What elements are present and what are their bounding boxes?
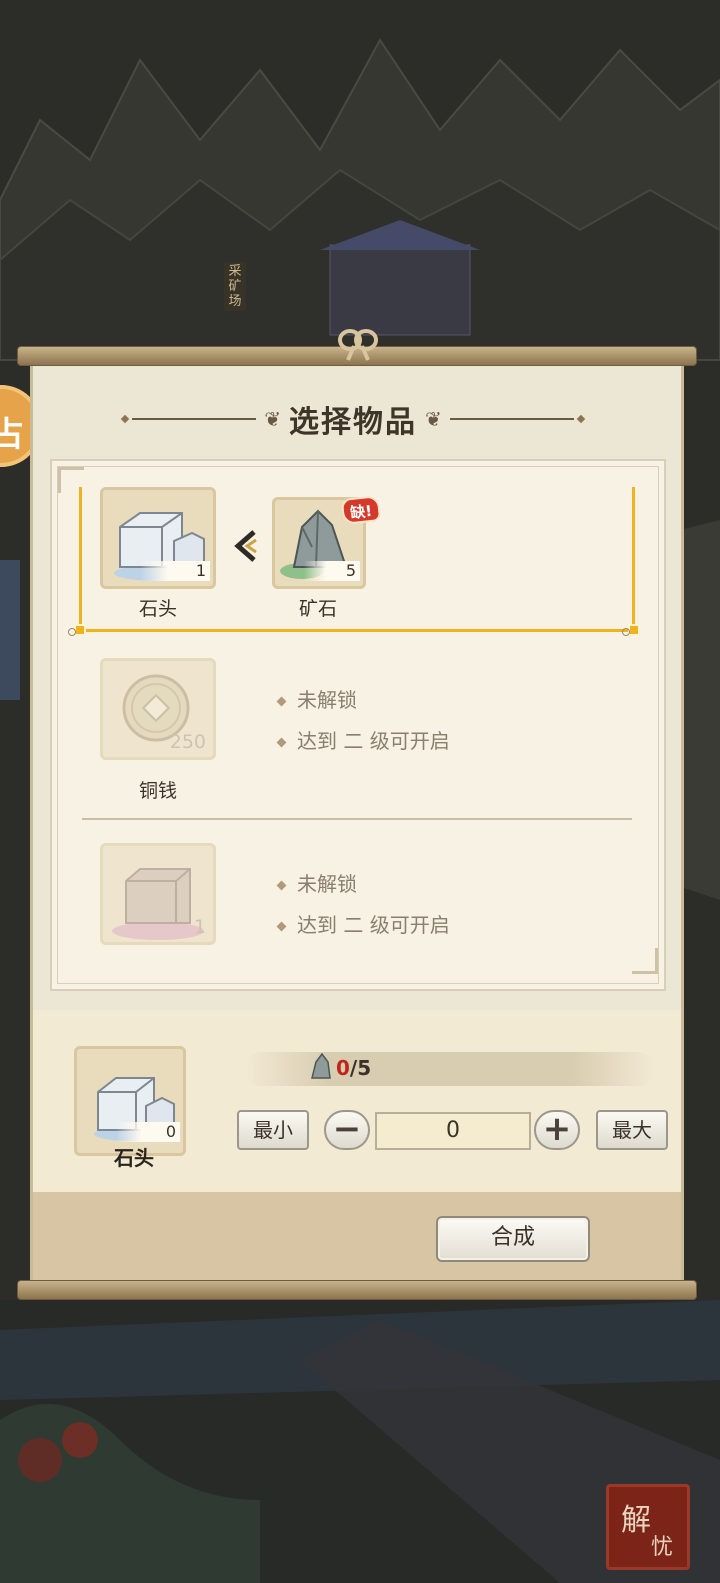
side-menu-glyph: 占: [0, 415, 24, 455]
row-end-dot: [68, 628, 76, 636]
locked-item-name: 铜钱: [138, 780, 177, 802]
locked-item-count: 1: [193, 916, 206, 938]
corner-badge-char-1: 解: [621, 1503, 651, 1538]
locked-status: 未解锁: [276, 684, 357, 713]
frame-corner-bottom-right: [632, 948, 658, 974]
dialog-title-row: ❦ 选择物品 ❦: [118, 396, 588, 442]
unlock-requirement-text: 达到 二 级可开启: [297, 913, 450, 937]
unlock-requirement: 达到 二 级可开启: [276, 909, 450, 938]
material-progress-text: 0/5: [336, 1056, 371, 1080]
increase-button[interactable]: +: [534, 1110, 580, 1150]
unlock-requirement-text: 达到 二 级可开启: [297, 729, 450, 753]
locked-item-count: 250: [169, 731, 206, 753]
title-flourish-left-icon: ❦: [264, 407, 281, 431]
decrease-button[interactable]: −: [324, 1110, 370, 1150]
chevron-left-icon: [234, 530, 257, 562]
locked-item-slot[interactable]: 1: [100, 843, 216, 945]
locked-status-text: 未解锁: [297, 872, 357, 896]
bullet-diamond-icon: [276, 737, 287, 748]
recipe-output-name: 石头: [138, 598, 177, 620]
unlock-requirement: 达到 二 级可开启: [276, 725, 450, 754]
lack-material-badge: 缺!: [340, 495, 382, 525]
locked-status-text: 未解锁: [297, 688, 357, 712]
row-end-dot: [622, 628, 630, 636]
title-line-right: [449, 418, 574, 420]
title-dot-left: [120, 414, 130, 424]
recipe-input-count: 5: [304, 561, 360, 581]
title-dot-right: [576, 414, 586, 424]
synthesize-button[interactable]: 合成: [436, 1216, 590, 1262]
corner-badge-char-2: 忧: [651, 1535, 674, 1560]
craft-selected-item-name: 石头: [114, 1146, 154, 1170]
locked-status: 未解锁: [276, 868, 357, 897]
craft-selected-item-count: 0: [116, 1122, 180, 1142]
row-divider: [82, 818, 632, 820]
recipe-output-count: 1: [140, 561, 210, 581]
location-label[interactable]: 采矿场: [224, 262, 246, 311]
material-progress-bar: [245, 1052, 655, 1086]
title-flourish-right-icon: ❦: [425, 407, 442, 431]
dialog-title: 选择物品: [289, 405, 417, 440]
corner-event-button[interactable]: 解 忧: [606, 1484, 690, 1570]
material-required: /5: [349, 1056, 372, 1080]
quantity-input[interactable]: 0: [375, 1112, 531, 1150]
bullet-diamond-icon: [276, 880, 287, 891]
scroll-bottom-rod: [17, 1280, 697, 1300]
bullet-diamond-icon: [276, 696, 287, 707]
ore-small-icon: [311, 1052, 331, 1079]
bullet-diamond-icon: [276, 921, 287, 932]
recipe-output-slot[interactable]: 1: [100, 487, 216, 589]
title-line-left: [132, 418, 257, 420]
recipe-input-name: 矿石: [298, 598, 337, 620]
craft-selected-item-slot: 0: [74, 1046, 186, 1156]
material-current: 0: [336, 1056, 350, 1080]
min-button[interactable]: 最小: [237, 1110, 309, 1150]
locked-item-slot[interactable]: 250: [100, 658, 216, 760]
max-button[interactable]: 最大: [596, 1110, 668, 1150]
scroll-knot-icon: [338, 329, 378, 361]
